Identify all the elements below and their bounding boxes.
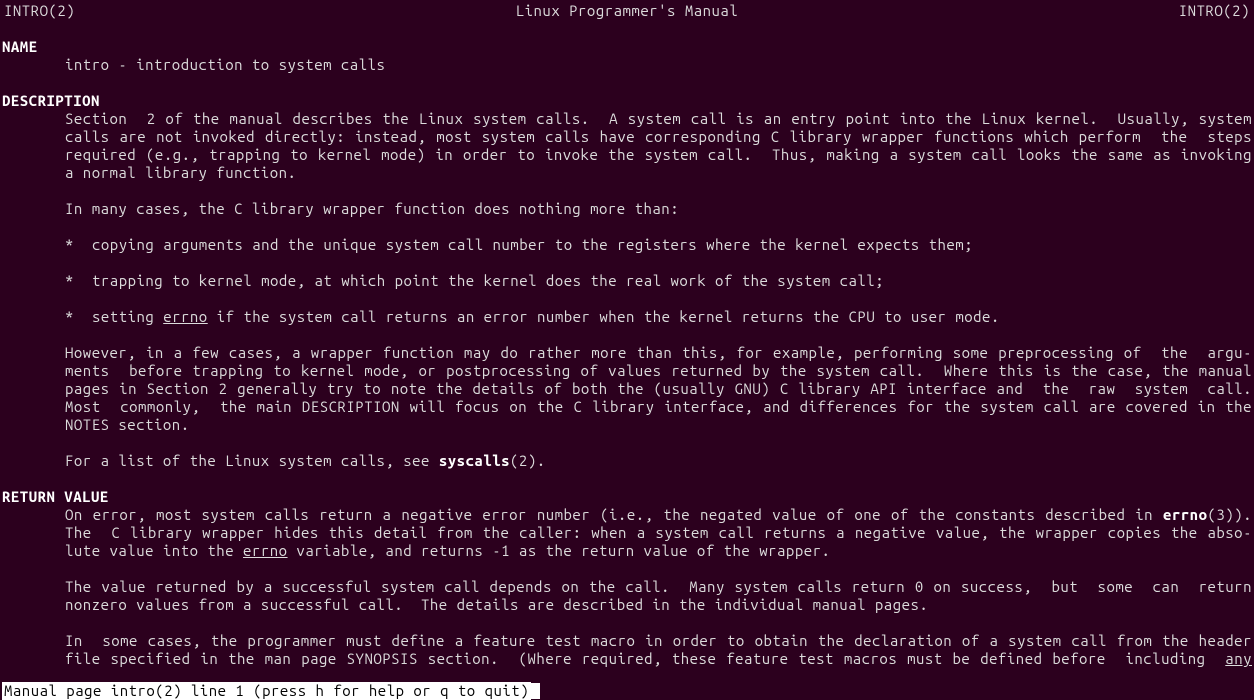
ret-para1-l3-pre: lute value into the <box>65 542 243 559</box>
ret-para2-l2: nonzero values from a successful call. T… <box>2 596 1252 614</box>
desc-para4: For a list of the Linux system calls, se… <box>2 452 1252 470</box>
header-left: INTRO(2) <box>4 2 75 20</box>
ret-para1-l3-post: variable, and returns -1 as the return v… <box>288 542 831 559</box>
ret-para3-l1: In some cases, the programmer must defin… <box>2 632 1252 650</box>
any-underline: any <box>1225 650 1252 667</box>
desc-para1-l1: Section 2 of the manual describes the Li… <box>2 110 1252 128</box>
cursor <box>531 683 540 699</box>
ret-para3-l2-pre: file specified in the man page SYNOPSIS … <box>65 650 1225 667</box>
bullet-3-post: if the system call returns an error numb… <box>208 308 1000 325</box>
errno-link: errno <box>163 308 208 325</box>
ret-para1-l3: lute value into the errno variable, and … <box>2 542 1252 560</box>
desc-para2: In many cases, the C library wrapper fun… <box>2 200 1252 218</box>
header-center: Linux Programmer's Manual <box>516 2 739 20</box>
bullet-2: *trapping to kernel mode, at which point… <box>2 272 1252 290</box>
ret-para1-l1: On error, most system calls return a neg… <box>2 506 1252 524</box>
header-right: INTRO(2) <box>1179 2 1250 20</box>
bullet-1: *copying arguments and the unique system… <box>2 236 1252 254</box>
desc-para1-l4: a normal library function. <box>2 164 1252 182</box>
ret-para2-l1: The value returned by a successful syste… <box>2 578 1252 596</box>
desc-para3-l2: ments before trapping to kernel mode, or… <box>2 362 1252 380</box>
syscalls-ref: syscalls <box>439 452 510 469</box>
man-header: INTRO(2) Linux Programmer's Manual INTRO… <box>2 2 1252 20</box>
status-bar-container: Manual page intro(2) line 1 (press h for… <box>2 682 540 700</box>
section-description-heading: DESCRIPTION <box>2 92 1252 110</box>
ret-para1-l2: The C library wrapper hides this detail … <box>2 524 1252 542</box>
ret-para1-l1-pre: On error, most system calls return a neg… <box>65 506 1163 523</box>
desc-para3-l3: pages in Section 2 generally try to note… <box>2 380 1252 398</box>
desc-para1-l2: calls are not invoked directly: instead,… <box>2 128 1252 146</box>
desc-para4-pre: For a list of the Linux system calls, se… <box>65 452 439 469</box>
bullet-2-text: trapping to kernel mode, at which point … <box>92 272 884 289</box>
desc-para3-l1: However, in a few cases, a wrapper funct… <box>2 344 1252 362</box>
errno-link-2: errno <box>243 542 288 559</box>
section-return-heading: RETURN VALUE <box>2 488 1252 506</box>
ret-para3-l2: file specified in the man page SYNOPSIS … <box>2 650 1252 668</box>
desc-para1-l3: required (e.g., trapping to kernel mode)… <box>2 146 1252 164</box>
section-name-heading: NAME <box>2 38 1252 56</box>
desc-para3-l5: NOTES section. <box>2 416 1252 434</box>
man-page-content[interactable]: INTRO(2) Linux Programmer's Manual INTRO… <box>2 2 1252 668</box>
errno-ref: errno <box>1163 506 1208 523</box>
bullet-3: *setting errno if the system call return… <box>2 308 1252 326</box>
bullet-1-text: copying arguments and the unique system … <box>92 236 973 253</box>
ret-para1-l1-post: (3)). <box>1207 506 1252 523</box>
desc-para4-post: (2). <box>510 452 546 469</box>
desc-para3-l4: Most commonly, the main DESCRIPTION will… <box>2 398 1252 416</box>
status-bar[interactable]: Manual page intro(2) line 1 (press h for… <box>2 682 531 700</box>
name-content: intro - introduction to system calls <box>2 56 1252 74</box>
bullet-3-pre: setting <box>92 308 163 325</box>
